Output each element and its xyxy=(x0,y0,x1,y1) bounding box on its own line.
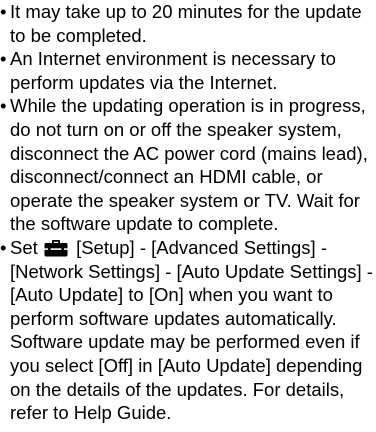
bullet-dot: • xyxy=(0,1,7,22)
list-item-text-before-icon: Set xyxy=(10,236,38,258)
list-item-text: It may take up to 20 minutes for the upd… xyxy=(10,1,362,46)
notes-list: • It may take up to 20 minutes for the u… xyxy=(0,0,376,425)
list-item: • Set [Setup] - [Advanced Settings] - [N… xyxy=(0,236,376,425)
bullet-dot: • xyxy=(0,48,7,70)
list-item: • An Internet environment is necessary t… xyxy=(0,47,376,94)
bullet-dot: • xyxy=(0,236,7,258)
document-page: • It may take up to 20 minutes for the u… xyxy=(0,0,376,432)
list-item-text-after-icon: [Setup] - [Advanced Settings] - [Network… xyxy=(10,236,373,424)
toolbox-icon xyxy=(44,239,68,257)
bullet-dot: • xyxy=(0,95,7,117)
list-item: • It may take up to 20 minutes for the u… xyxy=(0,0,376,47)
list-item-text: An Internet environment is necessary to … xyxy=(10,48,336,93)
list-item-text: While the updating operation is in progr… xyxy=(10,95,368,235)
list-item: • While the updating operation is in pro… xyxy=(0,94,376,236)
